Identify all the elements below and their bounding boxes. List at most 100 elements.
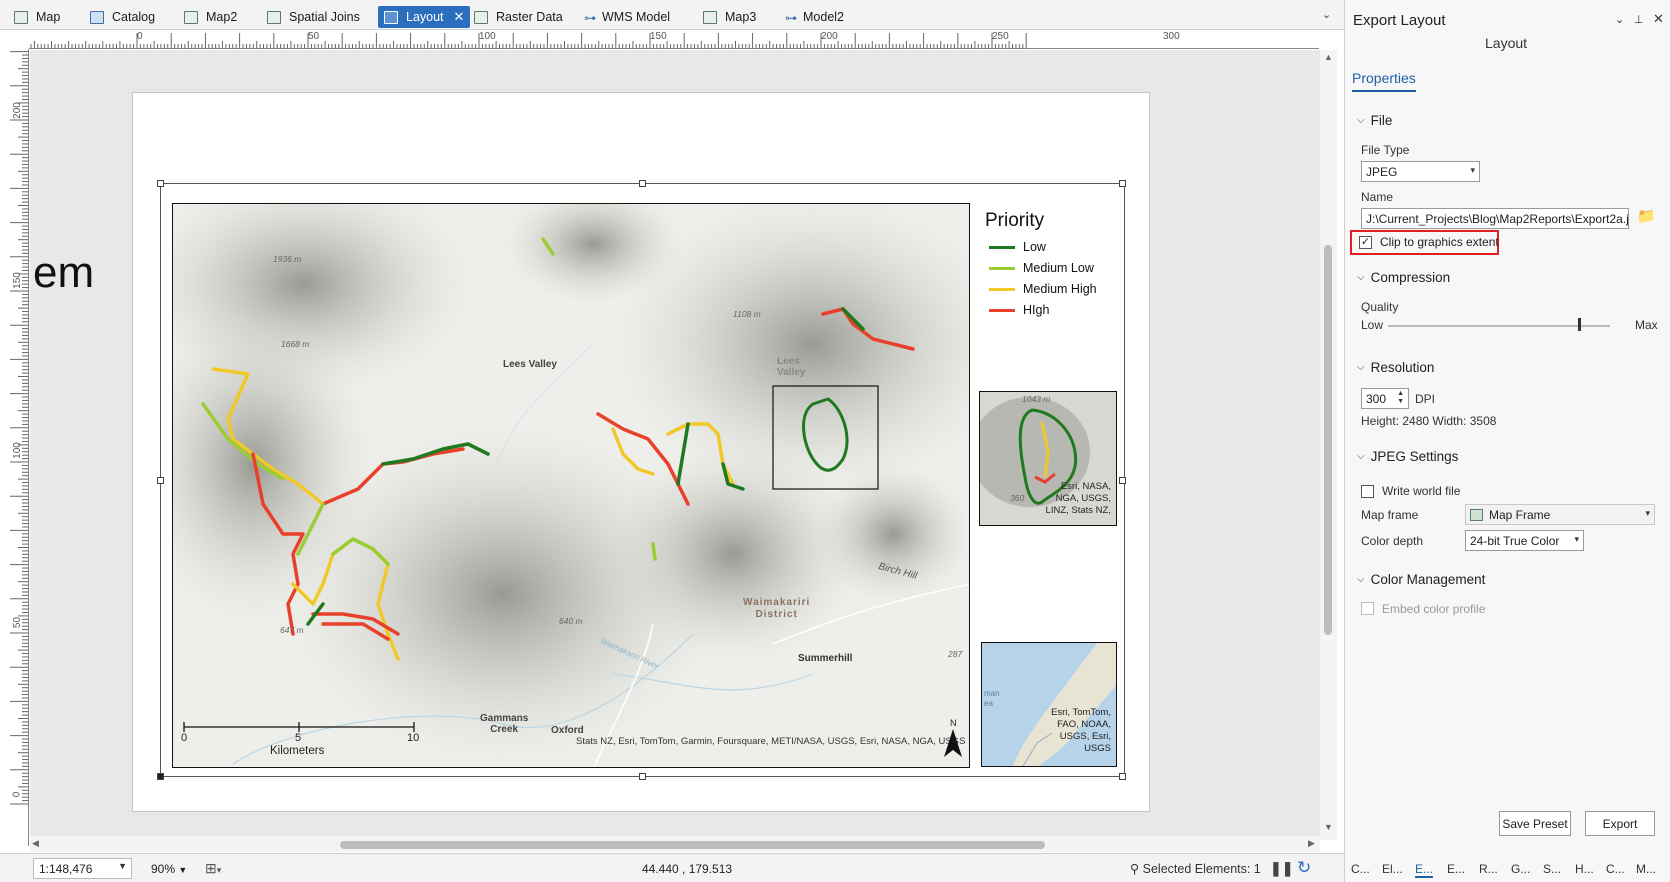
legend-item: Medium Low <box>989 261 1094 275</box>
arcgis-pro-window: Map Catalog Map2 Spatial Joins Layout ✕ R… <box>0 0 1670 882</box>
cursor-coordinates: 44.440 , 179.513 <box>642 862 733 876</box>
legend-title: Priority <box>985 210 1045 231</box>
export-layout-panel: Export Layout ⌄ ⊥ ✕ Layout Properties ⌵ F… <box>1344 0 1670 882</box>
scroll-down-icon[interactable]: ▼ <box>1324 822 1333 832</box>
legend-item: Medium High <box>989 282 1097 296</box>
elevation-label: 287 <box>948 649 963 659</box>
embed-color-profile-checkbox[interactable] <box>1361 602 1374 615</box>
legend-swatch <box>989 308 1015 312</box>
color-depth-select[interactable]: 24-bit True Color ▾ <box>1465 530 1584 551</box>
export-button[interactable]: Export <box>1585 811 1655 836</box>
output-size-label: Height: 2480 Width: 3508 <box>1361 414 1497 428</box>
bottom-tab[interactable]: C... <box>1606 862 1625 876</box>
zoom-combo[interactable]: 90% ▼ <box>151 862 187 876</box>
tab-overflow-chevron-icon[interactable]: ⌄ <box>1322 8 1331 21</box>
inset-map-overview[interactable]: man ea Esri, TomTom, FAO, NOAA, USGS, Es… <box>981 642 1117 767</box>
resize-handle[interactable] <box>157 180 164 187</box>
pause-icon[interactable]: ❚❚ <box>1270 860 1293 877</box>
legend[interactable]: Priority Low Medium Low Medium High HIgh <box>985 210 1125 330</box>
resize-handle[interactable] <box>157 773 164 780</box>
elevation-label: 1108 m <box>733 309 761 319</box>
section-file[interactable]: ⌵ File <box>1357 113 1392 128</box>
save-preset-button[interactable]: Save Preset <box>1499 811 1571 836</box>
horizontal-scroll-thumb[interactable] <box>340 841 1045 849</box>
vertical-scroll-thumb[interactable] <box>1324 245 1332 635</box>
ruler-label: 50 <box>12 616 24 629</box>
legend-swatch <box>989 287 1015 291</box>
pin-icon[interactable]: ⊥ <box>1634 13 1644 26</box>
map-icon <box>267 10 281 24</box>
refresh-icon[interactable]: ↻ <box>1297 858 1311 878</box>
tab-layout[interactable]: Layout ✕ <box>378 6 471 28</box>
section-compression[interactable]: ⌵ Compression <box>1357 270 1450 285</box>
scale-bar[interactable]: 0 5 10 Kilometers <box>181 720 423 760</box>
elevation-label: 640 m <box>559 616 583 626</box>
place-label-gammans-creek: Gammans Creek <box>480 713 529 735</box>
spinner-arrows-icon[interactable]: ▲ ▼ <box>1397 390 1404 406</box>
scroll-up-icon[interactable]: ▲ <box>1324 52 1333 62</box>
section-jpeg-settings[interactable]: ⌵ JPEG Settings <box>1357 449 1458 464</box>
resize-handle[interactable] <box>1119 477 1126 484</box>
tab-map[interactable]: Map <box>14 6 60 28</box>
file-name-input[interactable]: J:\Current_Projects\Blog\Map2Reports\Exp… <box>1361 208 1629 229</box>
file-type-select[interactable]: JPEG ▾ <box>1361 161 1480 182</box>
chevron-down-icon: ⌵ <box>1357 115 1365 126</box>
select-icon: ⚲ <box>1130 862 1143 876</box>
inset-map-detail[interactable]: 1043 m 360 Esri, NASA, NGA, USGS, LINZ, … <box>979 391 1117 526</box>
bottom-tab[interactable]: E... <box>1447 862 1465 876</box>
ruler-label: 200 <box>821 31 838 42</box>
tab-catalog[interactable]: Catalog <box>90 6 155 28</box>
scroll-right-icon[interactable]: ▶ <box>1308 838 1315 849</box>
scale-unit-label: Kilometers <box>270 745 325 757</box>
tab-raster-data[interactable]: Raster Data <box>474 6 563 28</box>
scale-tick-label: 0 <box>181 732 188 744</box>
north-arrow[interactable]: N <box>942 718 964 758</box>
quality-slider-thumb[interactable] <box>1578 318 1581 331</box>
tab-model2[interactable]: ⊶ Model2 <box>785 6 844 28</box>
resize-handle[interactable] <box>639 773 646 780</box>
inset-label: man ea <box>984 689 1000 708</box>
folder-icon[interactable]: 📁 <box>1637 207 1656 225</box>
bottom-tab[interactable]: H... <box>1575 862 1594 876</box>
close-icon[interactable]: ✕ <box>1653 11 1664 27</box>
tab-spatial-joins[interactable]: Spatial Joins <box>267 6 360 28</box>
chevron-down-icon: ⌵ <box>1357 272 1365 283</box>
bottom-tab[interactable]: M... <box>1636 862 1656 876</box>
resize-handle[interactable] <box>1119 180 1126 187</box>
tab-wms-model[interactable]: ⊶ WMS Model <box>584 6 670 28</box>
scale-combo[interactable]: 1:148,476 ▼ <box>33 858 132 879</box>
resize-handle[interactable] <box>157 477 164 484</box>
bottom-tab-active[interactable]: E... <box>1415 862 1434 878</box>
partial-text-element[interactable]: em <box>33 248 94 298</box>
tab-map2[interactable]: Map2 <box>184 6 237 28</box>
resize-handle[interactable] <box>639 180 646 187</box>
quality-slider-track[interactable] <box>1388 325 1610 327</box>
close-icon[interactable]: ✕ <box>454 9 465 25</box>
resize-handle[interactable] <box>1119 773 1126 780</box>
elevation-label: 1043 m <box>1022 394 1051 404</box>
tab-map3[interactable]: Map3 <box>703 6 756 28</box>
scroll-left-icon[interactable]: ◀ <box>32 838 39 849</box>
section-resolution[interactable]: ⌵ Resolution <box>1357 360 1434 375</box>
tab-properties[interactable]: Properties <box>1352 70 1416 92</box>
panel-subtitle: Layout <box>1485 35 1528 51</box>
scale-tick-label: 10 <box>407 732 420 744</box>
panel-menu-icon[interactable]: ⌄ <box>1615 13 1624 26</box>
dpi-spinner[interactable]: 300 ▲ ▼ <box>1361 388 1409 409</box>
clip-to-graphics-checkbox[interactable]: ✓ <box>1359 236 1372 249</box>
selected-elements[interactable]: ⚲ Selected Elements: 1 <box>1130 861 1261 876</box>
bottom-tab[interactable]: S... <box>1543 862 1561 876</box>
panel-bottom-tabs: C... El... E... E... R... G... S... H...… <box>1345 856 1670 882</box>
bottom-tab[interactable]: R... <box>1479 862 1498 876</box>
scale-tick-label: 5 <box>295 732 302 744</box>
document-tab-bar: Map Catalog Map2 Spatial Joins Layout ✕ R… <box>0 0 1344 30</box>
bottom-tab[interactable]: El... <box>1382 862 1403 876</box>
section-color-management[interactable]: ⌵ Color Management <box>1357 572 1485 587</box>
color-depth-label: Color depth <box>1361 534 1424 548</box>
main-map-frame[interactable]: Lees Valley Lees Valley Waimakariri Dist… <box>172 203 970 768</box>
bottom-tab[interactable]: G... <box>1511 862 1530 876</box>
bottom-tab[interactable]: C... <box>1351 862 1370 876</box>
write-world-file-checkbox[interactable] <box>1361 485 1374 498</box>
grid-tool-icon[interactable]: ⊞▾ <box>205 860 221 877</box>
map-frame-select[interactable]: Map Frame ▾ <box>1465 504 1655 525</box>
